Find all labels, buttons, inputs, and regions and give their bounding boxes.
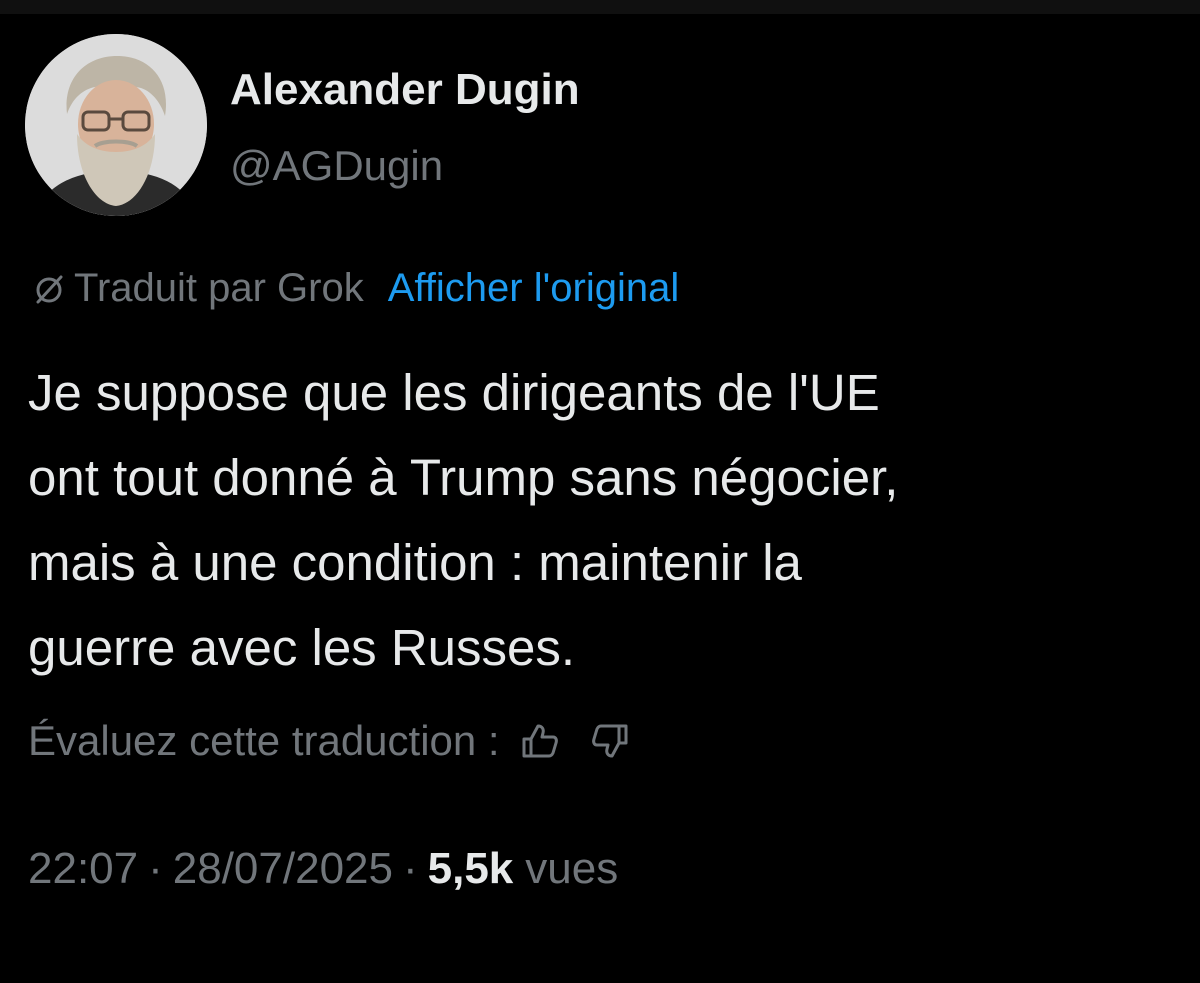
meta-separator: · (148, 844, 163, 893)
tweet-time[interactable]: 22:07 (28, 838, 138, 900)
tweet-meta-row: 22:07 · 28/07/2025 · 5,5k vues (28, 838, 618, 900)
thumbs-down-icon[interactable] (590, 721, 630, 761)
tweet-text-line: Je suppose que les dirigeants de l'UE (28, 364, 880, 421)
avatar[interactable] (25, 34, 207, 216)
meta-separator: · (402, 844, 418, 893)
translate-icon (30, 269, 68, 307)
author-display-name[interactable]: Alexander Dugin (230, 64, 580, 116)
author-handle[interactable]: @AGDugin (230, 141, 443, 191)
tweet-text-line: guerre avec les Russes. (28, 619, 576, 676)
rate-translation-row: Évaluez cette traduction : (28, 711, 630, 771)
tweet-card: Alexander Dugin @AGDugin Traduit par Gro… (0, 0, 1200, 983)
show-original-link[interactable]: Afficher l'original (388, 263, 679, 313)
tweet-text-line: mais à une condition : maintenir la (28, 534, 802, 591)
tweet-date[interactable]: 28/07/2025 (173, 838, 393, 900)
tweet-text: Je suppose que les dirigeants de l'UE on… (28, 350, 1178, 690)
tweet-text-line: ont tout donné à Trump sans négocier, (28, 449, 899, 506)
avatar-photo (25, 34, 207, 216)
thumbs-up-icon[interactable] (520, 721, 560, 761)
translation-row: Traduit par Grok Afficher l'original (30, 263, 679, 313)
translated-by-label: Traduit par Grok (74, 266, 364, 310)
views-label: vues (525, 844, 619, 893)
rate-translation-label: Évaluez cette traduction : (28, 717, 500, 764)
views-count: 5,5k (427, 844, 514, 893)
